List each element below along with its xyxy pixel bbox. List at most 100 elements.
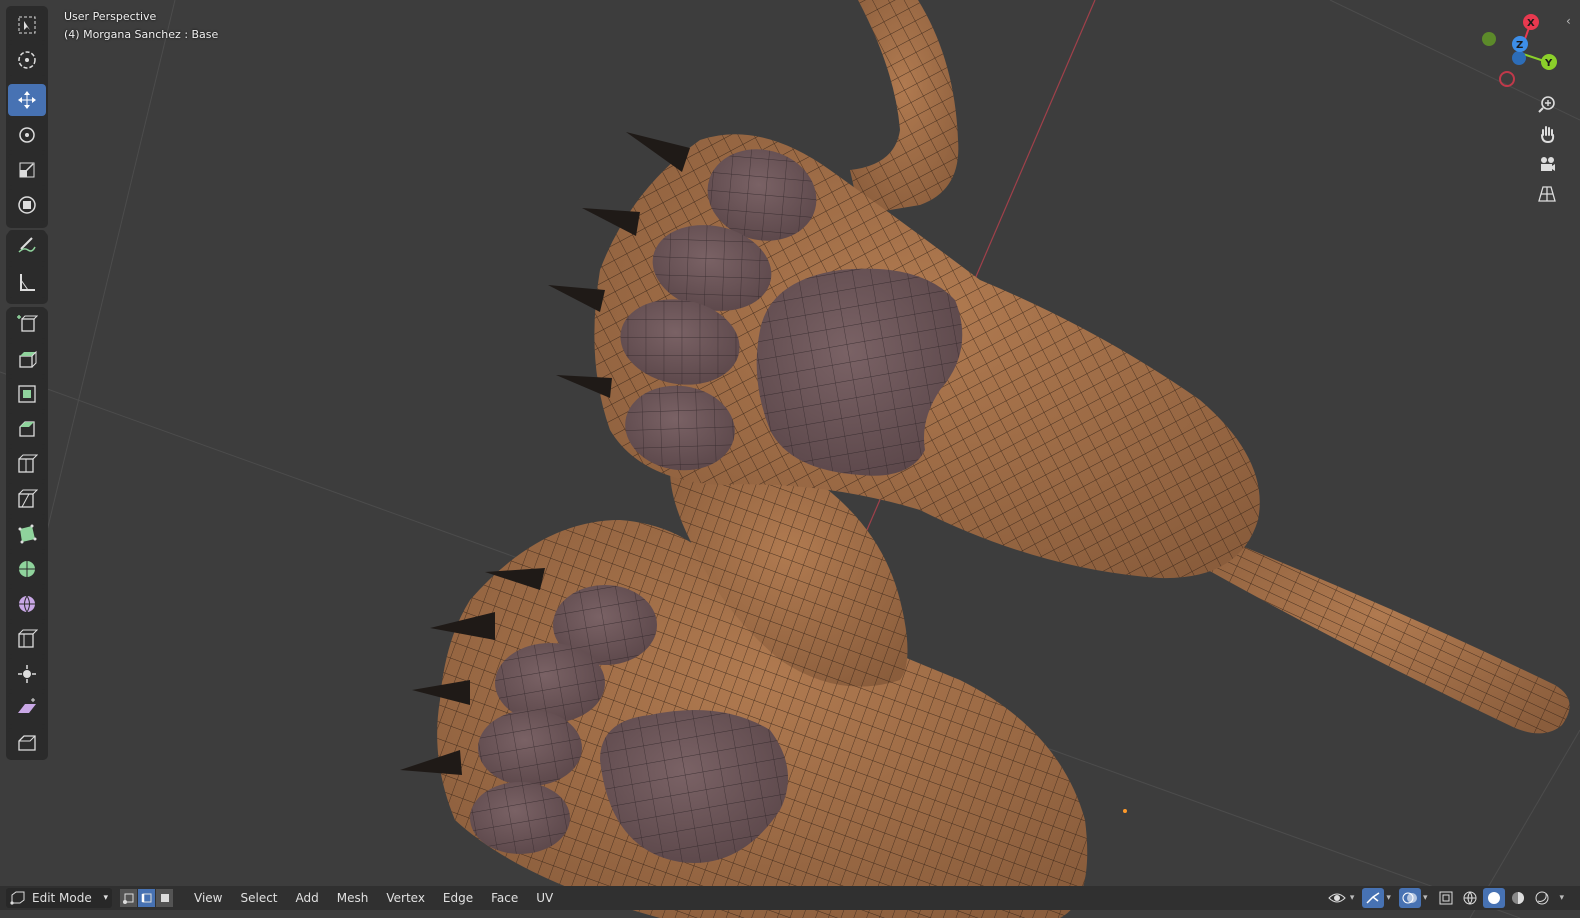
xray-button[interactable] xyxy=(1435,888,1457,908)
menu-select[interactable]: Select xyxy=(231,891,286,905)
loop-cut-tool[interactable] xyxy=(8,448,46,480)
grid-perspective-icon xyxy=(1538,186,1556,202)
shading-wireframe-button[interactable] xyxy=(1459,888,1481,908)
move-icon xyxy=(18,91,36,109)
zoom-button[interactable] xyxy=(1533,90,1561,118)
sidebar-toggle-icon[interactable]: ‹ xyxy=(1566,14,1571,28)
camera-icon xyxy=(1541,157,1555,171)
edge-slide-icon xyxy=(18,629,38,648)
object-info-label: (4) Morgana Sanchez : Base xyxy=(64,28,219,41)
chevron-down-icon[interactable]: ▾ xyxy=(1350,893,1355,903)
scene-render xyxy=(0,0,1580,918)
pan-hand-icon xyxy=(1541,126,1555,143)
mode-label: Edit Mode xyxy=(32,891,92,905)
perspective-toggle-button[interactable] xyxy=(1533,180,1561,208)
menu-add[interactable]: Add xyxy=(287,891,328,905)
menu-mesh[interactable]: Mesh xyxy=(328,891,378,905)
rotate-tool[interactable] xyxy=(8,119,46,151)
gizmo-icon xyxy=(1366,892,1380,904)
neg-x-axis-handle xyxy=(1499,71,1515,87)
edit-mode-icon xyxy=(10,891,25,905)
knife-icon xyxy=(18,489,38,508)
menu-uv[interactable]: UV xyxy=(527,891,562,905)
neg-z-axis-handle xyxy=(1512,51,1526,65)
chevron-down-icon[interactable]: ▾ xyxy=(1386,893,1391,903)
bevel-icon xyxy=(19,421,35,437)
z-axis-label: Z xyxy=(1516,40,1523,51)
loop-cut-icon xyxy=(18,454,38,473)
shear-tool[interactable] xyxy=(8,693,46,725)
rip-tool[interactable] xyxy=(8,728,46,760)
add-cube-icon xyxy=(17,315,38,332)
edge-select-icon xyxy=(141,893,151,903)
mode-dropdown[interactable]: Edit Mode ▾ xyxy=(6,888,112,908)
upper-limb xyxy=(850,0,959,215)
shading-material-button[interactable] xyxy=(1507,888,1529,908)
navigation-gizmo[interactable]: X Y Z xyxy=(1475,8,1580,93)
material-sphere-icon xyxy=(1512,892,1525,904)
eye-icon xyxy=(1328,893,1346,903)
select-box-tool[interactable] xyxy=(8,9,46,41)
vertex-select-button[interactable] xyxy=(120,889,137,907)
overlays-button[interactable] xyxy=(1398,888,1421,908)
header-right-controls: ▾ ▾ ▾ ▾ xyxy=(1326,888,1564,908)
viewport-header: Edit Mode ▾ View Select Add Mesh Vertex … xyxy=(0,886,1580,910)
scale-icon xyxy=(19,162,35,178)
vertex-select-icon xyxy=(122,893,133,904)
menu-view[interactable]: View xyxy=(185,891,231,905)
chevron-down-icon: ▾ xyxy=(103,893,108,903)
menu-edge[interactable]: Edge xyxy=(434,891,482,905)
inset-tool[interactable] xyxy=(8,378,46,410)
poly-build-icon xyxy=(18,524,37,544)
wireframe-sphere-icon xyxy=(1463,891,1477,905)
knife-tool[interactable] xyxy=(8,483,46,515)
edge-slide-tool[interactable] xyxy=(8,623,46,655)
header-menus: View Select Add Mesh Vertex Edge Face UV xyxy=(185,891,562,905)
measure-tool[interactable] xyxy=(8,266,46,298)
3d-viewport[interactable]: User Perspective (4) Morgana Sanchez : B… xyxy=(0,0,1580,918)
shading-solid-button[interactable] xyxy=(1483,888,1506,908)
move-tool[interactable] xyxy=(8,84,46,116)
rotate-icon xyxy=(19,127,35,143)
cursor-icon xyxy=(18,51,36,69)
zoom-icon xyxy=(1538,96,1555,113)
gizmo-toggle-button[interactable] xyxy=(1362,888,1385,908)
inset-icon xyxy=(18,385,36,403)
extrude-tool[interactable] xyxy=(8,343,46,375)
transform-tool[interactable] xyxy=(8,189,46,221)
rendered-sphere-icon xyxy=(1535,891,1549,905)
spin-tool[interactable] xyxy=(8,553,46,585)
shading-rendered-button[interactable] xyxy=(1531,888,1553,908)
poly-build-tool[interactable] xyxy=(8,518,46,550)
face-select-icon xyxy=(160,894,169,902)
scale-tool[interactable] xyxy=(8,154,46,186)
annotate-icon xyxy=(18,237,36,253)
chevron-down-icon[interactable]: ▾ xyxy=(1423,893,1428,903)
face-select-button[interactable] xyxy=(156,889,173,907)
shrink-fatten-icon xyxy=(18,665,36,683)
overlays-icon xyxy=(1402,892,1417,904)
visibility-button[interactable] xyxy=(1326,888,1348,908)
shrink-fatten-tool[interactable] xyxy=(8,658,46,690)
neg-y-axis-handle xyxy=(1482,32,1496,46)
add-cube-tool[interactable] xyxy=(8,307,46,339)
bevel-tool[interactable] xyxy=(8,413,46,445)
annotate-tool[interactable] xyxy=(8,230,46,262)
transform-icon xyxy=(18,196,36,214)
view-name-label: User Perspective xyxy=(64,10,157,23)
spin-icon xyxy=(19,561,35,577)
pan-button[interactable] xyxy=(1533,120,1561,148)
rip-icon xyxy=(18,735,36,751)
tail xyxy=(1190,535,1570,734)
origin-point xyxy=(1123,809,1127,813)
smooth-tool[interactable] xyxy=(8,588,46,620)
chevron-down-icon[interactable]: ▾ xyxy=(1559,893,1564,903)
menu-vertex[interactable]: Vertex xyxy=(377,891,434,905)
cursor-tool[interactable] xyxy=(8,44,46,76)
smooth-icon xyxy=(19,595,35,613)
camera-view-button[interactable] xyxy=(1533,150,1561,178)
xray-icon xyxy=(1439,891,1453,905)
extrude-icon xyxy=(19,350,37,368)
menu-face[interactable]: Face xyxy=(482,891,527,905)
edge-select-button[interactable] xyxy=(138,889,155,907)
